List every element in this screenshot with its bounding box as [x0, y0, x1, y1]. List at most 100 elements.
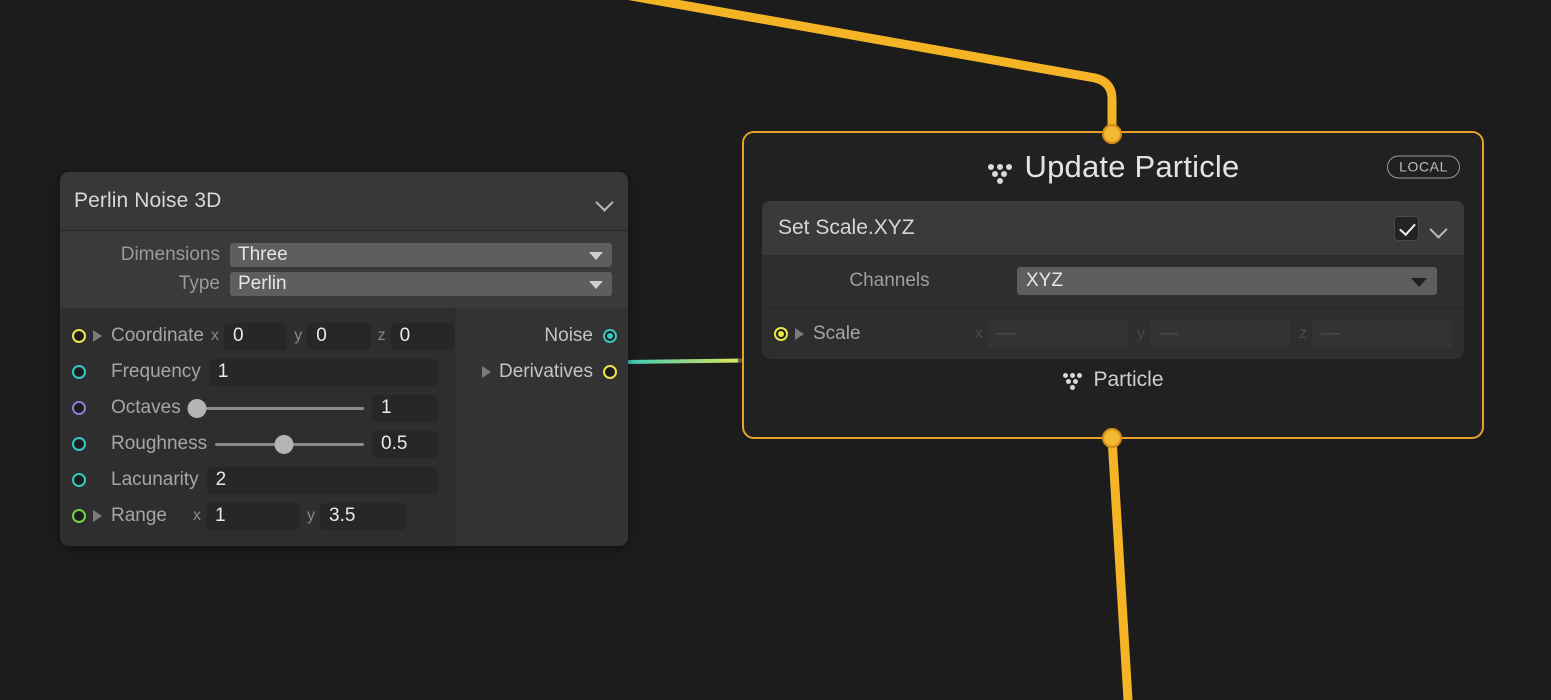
input-row-frequency[interactable]: Frequency 1 [60, 354, 454, 390]
expand-triangle-icon[interactable] [482, 366, 492, 378]
socket-roughness[interactable] [72, 437, 86, 451]
roughness-slider[interactable] [215, 434, 364, 454]
input-label-coordinate: Coordinate [111, 325, 204, 346]
output-row-derivatives[interactable]: Derivatives [455, 354, 628, 390]
particle-icon [1062, 371, 1084, 390]
input-row-roughness[interactable]: Roughness 0.5 [60, 426, 454, 462]
channels-value: XYZ [1026, 270, 1063, 291]
chevron-down-icon[interactable] [597, 196, 614, 206]
perlin-node-header[interactable]: Perlin Noise 3D [60, 172, 628, 231]
axis-z-label: z [1299, 324, 1307, 342]
input-row-lacunarity[interactable]: Lacunarity 2 [60, 462, 454, 498]
scale-y-field: — [1150, 319, 1290, 348]
slider-knob[interactable] [187, 398, 207, 418]
roughness-value-field[interactable]: 0.5 [372, 430, 438, 458]
channels-row[interactable]: Channels XYZ [762, 255, 1464, 307]
socket-lacunarity[interactable] [72, 473, 86, 487]
slider-track [188, 406, 364, 410]
property-row-dimensions[interactable]: Dimensions Three [60, 240, 628, 269]
property-row-type[interactable]: Type Perlin [60, 269, 628, 298]
perlin-noise-node[interactable]: Perlin Noise 3D Dimensions Three Type Pe… [60, 172, 628, 546]
scale-label: Scale [813, 322, 861, 344]
expand-spacer-icon [93, 366, 102, 378]
input-row-range[interactable]: Range x 1 y 3.5 [60, 498, 454, 534]
input-row-coordinate[interactable]: Coordinate x 0 y 0 z 0 [60, 318, 454, 354]
input-label-octaves: Octaves [111, 397, 181, 418]
range-y-field[interactable]: 3.5 [320, 502, 406, 530]
coordinate-z-field[interactable]: 0 [390, 322, 454, 350]
socket-range[interactable] [72, 509, 86, 523]
axis-y-label: y [294, 327, 303, 344]
flow-output-knob[interactable] [1102, 428, 1122, 448]
axis-y-label: y [307, 507, 315, 524]
node-graph-canvas[interactable]: Perlin Noise 3D Dimensions Three Type Pe… [0, 0, 1551, 700]
axis-x-label: x [975, 324, 983, 342]
perlin-node-body: Coordinate x 0 y 0 z 0 Frequency 1 Octav… [60, 308, 628, 546]
update-particle-footer-label: Particle [1093, 368, 1164, 391]
update-particle-title: Update Particle [1024, 149, 1240, 184]
expand-triangle-icon[interactable] [795, 327, 804, 340]
output-label-noise: Noise [544, 325, 593, 346]
dropdown-triangle-icon [589, 251, 603, 260]
perlin-inputs: Coordinate x 0 y 0 z 0 Frequency 1 Octav… [60, 308, 455, 546]
input-label-lacunarity: Lacunarity [111, 469, 199, 490]
channels-dropdown[interactable]: XYZ [1017, 267, 1437, 295]
dimensions-label: Dimensions [120, 243, 220, 265]
flow-input-knob[interactable] [1102, 124, 1122, 144]
range-x-field[interactable]: 1 [206, 502, 300, 530]
type-dropdown[interactable]: Perlin [230, 271, 612, 296]
set-scale-block-header[interactable]: Set Scale.XYZ [762, 201, 1464, 255]
perlin-outputs: Noise Derivatives [455, 308, 628, 546]
axis-x-label: x [193, 507, 201, 524]
update-particle-node[interactable]: Update Particle LOCAL Set Scale.XYZ Chan… [742, 131, 1484, 439]
scale-row[interactable]: Scale x — y — z — [762, 307, 1464, 359]
local-badge: LOCAL [1387, 155, 1460, 179]
flow-out-wire [1107, 433, 1133, 700]
coordinate-x-field[interactable]: 0 [223, 322, 288, 350]
socket-noise[interactable] [603, 329, 617, 343]
expand-triangle-icon[interactable] [93, 330, 102, 342]
particle-icon [987, 162, 1013, 184]
perlin-node-title: Perlin Noise 3D [74, 189, 222, 212]
type-value: Perlin [238, 272, 287, 294]
octaves-value-field[interactable]: 1 [372, 394, 438, 422]
dropdown-triangle-icon [1411, 278, 1427, 287]
update-particle-title-group: Update Particle [987, 149, 1240, 185]
axis-z-label: z [377, 327, 386, 344]
set-scale-title: Set Scale.XYZ [778, 216, 915, 239]
set-scale-block: Set Scale.XYZ Channels XYZ Scale x — y —… [762, 201, 1464, 359]
socket-scale[interactable] [774, 326, 788, 341]
lacunarity-field[interactable]: 2 [206, 466, 438, 494]
type-label: Type [178, 272, 220, 294]
axis-y-label: y [1137, 324, 1145, 342]
perlin-properties: Dimensions Three Type Perlin [60, 231, 628, 308]
flow-in-wire [628, 0, 1117, 139]
channels-label: Channels [849, 270, 930, 291]
expand-spacer-icon [93, 438, 102, 450]
update-particle-footer: Particle [744, 359, 1482, 401]
input-label-frequency: Frequency [111, 361, 201, 382]
output-row-noise[interactable]: Noise [455, 318, 628, 354]
scale-x-field: — [988, 319, 1128, 348]
set-scale-checkbox[interactable] [1394, 215, 1419, 241]
scale-z-field: — [1312, 319, 1452, 348]
output-label-derivatives: Derivatives [499, 361, 593, 382]
socket-octaves[interactable] [72, 401, 86, 415]
input-label-roughness: Roughness [111, 433, 208, 454]
socket-derivatives[interactable] [603, 365, 617, 379]
dimensions-dropdown[interactable]: Three [230, 242, 612, 267]
expand-spacer-icon [93, 402, 102, 414]
expand-spacer-icon [93, 474, 102, 486]
dropdown-triangle-icon [589, 280, 603, 289]
dimensions-value: Three [238, 243, 288, 265]
input-row-octaves[interactable]: Octaves 1 [60, 390, 454, 426]
chevron-down-icon[interactable] [1431, 223, 1448, 233]
coordinate-y-field[interactable]: 0 [307, 322, 371, 350]
slider-knob[interactable] [274, 434, 294, 454]
octaves-slider[interactable] [187, 398, 364, 418]
expand-triangle-icon[interactable] [93, 510, 102, 522]
socket-frequency[interactable] [72, 365, 86, 379]
frequency-field[interactable]: 1 [208, 358, 438, 386]
socket-coordinate[interactable] [72, 329, 86, 343]
axis-x-label: x [210, 327, 219, 344]
